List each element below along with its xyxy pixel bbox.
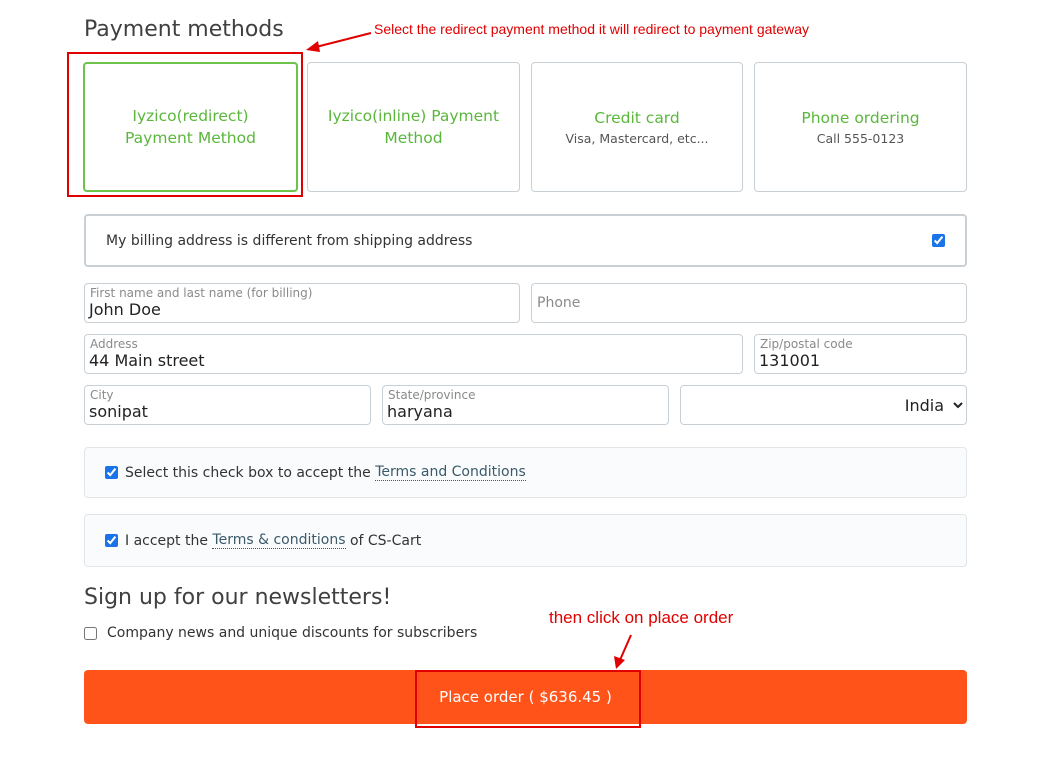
- terms-and-conditions-link[interactable]: Terms and Conditions: [375, 464, 526, 481]
- payment-methods-title: Payment methods: [84, 17, 284, 42]
- zip-field[interactable]: Zip/postal code 131001: [754, 334, 967, 374]
- annotation-arrow-place-order: [614, 634, 632, 669]
- annotation-place-note: then click on place order: [549, 608, 734, 627]
- phone-field[interactable]: Phone: [531, 283, 967, 323]
- annotation-redirect-note: Select the redirect payment method it wi…: [374, 21, 809, 37]
- country-select-field[interactable]: India: [680, 385, 967, 425]
- payment-method-name: Iyzico(redirect) Payment Method: [125, 107, 256, 147]
- cscart-terms-checkbox[interactable]: [105, 534, 118, 547]
- payment-method-iyzico-inline[interactable]: Iyzico(inline) Payment Method: [307, 62, 520, 192]
- cscart-terms-suffix: of CS-Cart: [345, 532, 422, 549]
- state-field[interactable]: State/province haryana: [382, 385, 669, 425]
- billing-different-label: My billing address is different from shi…: [106, 232, 473, 249]
- field-value: John Doe: [89, 300, 161, 319]
- field-placeholder: Phone: [537, 295, 581, 311]
- payment-method-name: Phone ordering: [801, 108, 920, 127]
- newsletter-option-label: Company news and unique discounts for su…: [107, 625, 478, 641]
- newsletter-option: Company news and unique discounts for su…: [84, 625, 477, 641]
- payment-method-desc: Call 555-0123: [816, 130, 905, 146]
- billing-different-box: My billing address is different from shi…: [84, 214, 967, 267]
- accept-terms-box: Select this check box to accept the Term…: [84, 447, 967, 498]
- field-label: Address: [90, 337, 138, 351]
- annotation-arrow-redirect: [306, 32, 372, 52]
- payment-method-phone-ordering[interactable]: Phone ordering Call 555-0123: [754, 62, 967, 192]
- city-field[interactable]: City sonipat: [84, 385, 371, 425]
- newsletter-checkbox[interactable]: [84, 626, 97, 640]
- newsletter-title: Sign up for our newsletters!: [84, 585, 392, 610]
- payment-method-iyzico-redirect[interactable]: Iyzico(redirect) Payment Method: [83, 62, 298, 192]
- field-value: haryana: [387, 402, 453, 421]
- billing-different-checkbox[interactable]: [932, 234, 945, 247]
- accept-terms-checkbox[interactable]: [105, 466, 118, 479]
- field-label: Zip/postal code: [760, 337, 853, 351]
- payment-method-desc: Visa, Mastercard, etc...: [565, 130, 709, 146]
- payment-method-credit-card[interactable]: Credit card Visa, Mastercard, etc...: [531, 62, 743, 192]
- country-select[interactable]: India: [681, 386, 966, 424]
- accept-terms-text: Select this check box to accept the: [125, 464, 376, 481]
- field-label: State/province: [388, 388, 476, 402]
- cscart-terms-box: I accept the Terms & conditions of CS-Ca…: [84, 514, 967, 567]
- cscart-terms-prefix: I accept the: [125, 532, 213, 549]
- place-order-button[interactable]: Place order ( $636.45 ): [84, 670, 967, 724]
- field-label: City: [90, 388, 114, 402]
- field-label: First name and last name (for billing): [90, 286, 313, 300]
- field-value: 44 Main street: [89, 351, 205, 370]
- payment-method-name: Iyzico(inline) Payment Method: [327, 107, 500, 147]
- billing-name-field[interactable]: First name and last name (for billing) J…: [84, 283, 520, 323]
- field-value: sonipat: [89, 402, 148, 421]
- address-field[interactable]: Address 44 Main street: [84, 334, 743, 374]
- field-value: 131001: [759, 351, 821, 370]
- payment-method-name: Credit card: [594, 108, 680, 127]
- cscart-terms-link[interactable]: Terms & conditions: [212, 532, 346, 549]
